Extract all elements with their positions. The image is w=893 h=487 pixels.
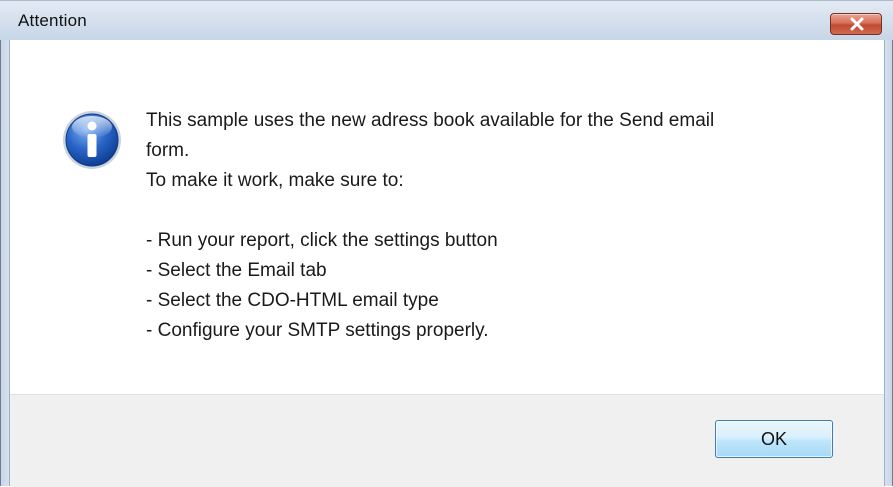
message-line: To make it work, make sure to: xyxy=(146,170,404,191)
message-line: form. xyxy=(146,140,190,161)
message-line: - Select the CDO-HTML email type xyxy=(146,290,439,311)
message-line: - Select the Email tab xyxy=(146,260,327,281)
close-button[interactable] xyxy=(830,13,882,35)
dialog-window: Attention This sample uses the new adres… xyxy=(0,0,893,487)
title-bar[interactable]: Attention xyxy=(0,0,893,40)
message-line: - Run your report, click the settings bu… xyxy=(146,230,498,251)
message-line: - Configure your SMTP settings properly. xyxy=(146,320,489,341)
message-line xyxy=(146,196,846,226)
close-icon xyxy=(850,17,864,31)
window-frame-right xyxy=(885,40,893,486)
dialog-title: Attention xyxy=(18,11,87,30)
message-line: This sample uses the new adress book ava… xyxy=(146,110,715,131)
window-frame-left xyxy=(0,40,9,486)
info-icon xyxy=(63,111,121,169)
message-text: This sample uses the new adress book ava… xyxy=(146,106,846,346)
ok-button[interactable]: OK xyxy=(715,420,833,458)
